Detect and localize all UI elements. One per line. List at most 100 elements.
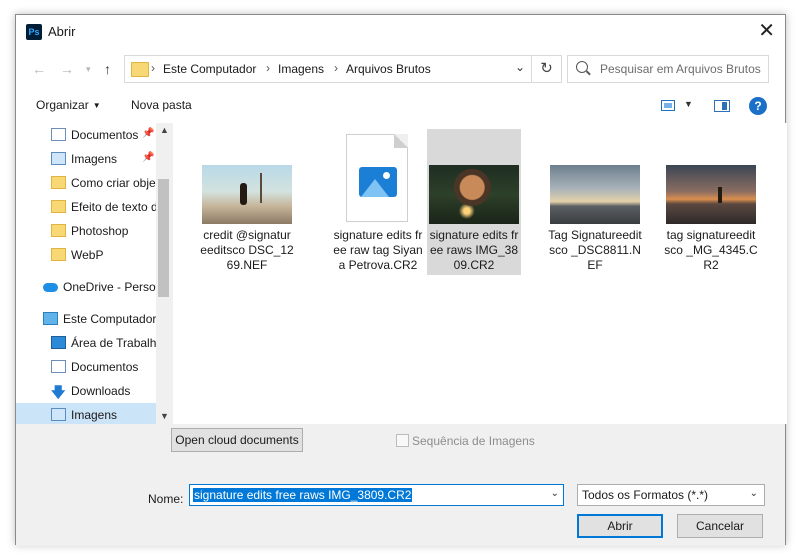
open-button[interactable]: Abrir (577, 514, 663, 538)
sidebar-item-como-criar[interactable]: Como criar obje (16, 171, 156, 195)
sidebar-item-label: Este Computador (63, 312, 156, 326)
help-icon[interactable]: ? (749, 97, 767, 115)
file-type-value: Todos os Formatos (*.*) (582, 488, 709, 502)
up-arrow-icon[interactable]: ↑ (104, 61, 111, 77)
breadcrumb-separator-icon: › (151, 61, 155, 75)
sidebar-item-label: Imagens (71, 408, 118, 422)
back-arrow-icon[interactable]: ← (32, 61, 46, 77)
pin-icon: 📌 (142, 128, 155, 139)
document-icon (51, 360, 66, 373)
file-name-label: Nome: (148, 492, 184, 506)
breadcrumb-separator-icon: › (266, 61, 270, 75)
file-item[interactable]: credit @signatureeditsco DSC_1269.NEF (200, 129, 294, 275)
file-name: signature edits free raw tag Siyana Petr… (333, 228, 423, 272)
photoshop-app-icon: Ps (26, 24, 42, 40)
file-name-input[interactable]: signature edits free raws IMG_3809.CR2 ⌄ (189, 484, 564, 506)
file-name: Tag Signatureeditsco _DSC8811.NEF (548, 228, 642, 272)
forward-arrow-icon[interactable]: → (60, 61, 74, 77)
sidebar-item-label: Photoshop (71, 224, 129, 238)
preview-pane-icon[interactable] (714, 100, 730, 112)
address-dropdown-chevron-icon[interactable]: ⌄ (515, 60, 525, 74)
scrollbar-thumb[interactable] (158, 179, 169, 297)
image-file-icon (346, 134, 408, 222)
sidebar-item-webp[interactable]: WebP (16, 243, 156, 267)
sidebar-item-documentos[interactable]: Documentos (16, 355, 156, 379)
title-bar: Ps Abrir ✕ (16, 15, 785, 49)
search-input[interactable] (600, 59, 765, 79)
desktop-icon (51, 336, 66, 349)
organize-label: Organizar (36, 98, 89, 112)
sidebar-item-area-de-trabalho[interactable]: Área de Trabalho (16, 331, 156, 355)
sidebar-item-label: OneDrive - Persor (63, 280, 156, 294)
photo-landscape-icon (202, 165, 292, 224)
file-list: credit @signatureeditsco DSC_1269.NEF si… (173, 123, 787, 424)
sidebar-item-label: Área de Trabalho (71, 336, 156, 350)
folder-icon (51, 224, 66, 237)
sidebar-item-documentos-pinned[interactable]: Documentos 📌 (16, 123, 156, 147)
sidebar-scrollbar[interactable]: ▲ ▼ (156, 123, 171, 424)
folder-icon (51, 176, 66, 189)
sidebar-item-label: Imagens (71, 152, 118, 166)
sidebar-item-este-computador[interactable]: Este Computador (16, 307, 156, 331)
chevron-down-icon: ⌄ (749, 488, 758, 499)
sidebar-item-label: Como criar obje (71, 176, 156, 190)
close-icon[interactable]: ✕ (758, 19, 775, 43)
sidebar-item-photoshop[interactable]: Photoshop (16, 219, 156, 243)
window-title: Abrir (48, 24, 76, 39)
image-sequence-option[interactable]: Sequência de Imagens (396, 434, 535, 448)
organize-menu[interactable]: Organizar ▼ (36, 98, 101, 112)
cancel-button[interactable]: Cancelar (677, 514, 763, 538)
file-name: credit @signatureeditsco DSC_1269.NEF (200, 228, 294, 272)
open-file-dialog: Ps Abrir ✕ ← → ▾ ↑ › Este Computador › I… (15, 14, 787, 546)
breadcrumb-imagens[interactable]: Imagens (278, 62, 324, 76)
view-caret-down-icon[interactable]: ▼ (684, 99, 693, 109)
image-sequence-checkbox[interactable] (396, 434, 409, 447)
open-cloud-documents-button[interactable]: Open cloud documents (171, 428, 303, 452)
breadcrumb-este-computador[interactable]: Este Computador (163, 62, 256, 76)
breadcrumb-arquivos-brutos[interactable]: Arquivos Brutos (346, 62, 431, 76)
file-item-selected[interactable]: signature edits free raws IMG_3809.CR2 (427, 129, 521, 275)
photo-sparkler-icon (429, 165, 519, 224)
sidebar-item-label: Documentos (71, 360, 139, 374)
file-name-value: signature edits free raws IMG_3809.CR2 (193, 488, 413, 502)
folder-icon (51, 200, 66, 213)
pin-icon: 📌 (142, 152, 155, 163)
navigation-pane: Documentos 📌 Imagens 📌 Como criar obje E… (16, 123, 171, 424)
pictures-icon (51, 408, 66, 421)
photo-sunset-icon (666, 165, 756, 224)
folder-icon (51, 248, 66, 261)
file-item[interactable]: signature edits free raw tag Siyana Petr… (331, 129, 425, 275)
sidebar-item-label: Documentos (71, 128, 139, 142)
scroll-up-chevron-icon[interactable]: ▲ (160, 125, 169, 135)
command-toolbar: Organizar ▼ Nova pasta ▼ ? (16, 89, 785, 123)
view-options-icon[interactable] (661, 100, 675, 111)
pictures-icon (51, 152, 66, 165)
sidebar-item-imagens-pinned[interactable]: Imagens 📌 (16, 147, 156, 171)
photo-city-icon (550, 165, 640, 224)
breadcrumb-separator-icon: › (334, 61, 338, 75)
file-name: signature edits free raws IMG_3809.CR2 (429, 228, 519, 272)
search-box[interactable] (567, 55, 769, 83)
file-type-select[interactable]: Todos os Formatos (*.*) ⌄ (577, 484, 765, 506)
sidebar-item-label: Downloads (71, 384, 131, 398)
search-icon (576, 61, 588, 73)
file-item[interactable]: Tag Signatureeditsco _DSC8811.NEF (548, 129, 642, 275)
computer-icon (43, 312, 58, 325)
onedrive-icon (43, 283, 58, 292)
recent-locations-chevron-icon[interactable]: ▾ (86, 64, 91, 75)
sidebar-item-onedrive[interactable]: OneDrive - Persor (16, 275, 156, 299)
chevron-down-icon[interactable]: ⌄ (551, 488, 559, 499)
sidebar-item-imagens[interactable]: Imagens (16, 403, 156, 424)
scroll-down-chevron-icon[interactable]: ▼ (160, 411, 169, 421)
sidebar-item-label: WebP (71, 248, 104, 262)
file-item[interactable]: tag signatureeditsco _MG_4345.CR2 (664, 129, 758, 275)
document-icon (51, 128, 66, 141)
sidebar-item-downloads[interactable]: 🡇 Downloads (16, 379, 156, 403)
new-folder-button[interactable]: Nova pasta (131, 98, 192, 112)
download-icon: 🡇 (51, 384, 66, 400)
address-bar[interactable]: › Este Computador › Imagens › Arquivos B… (124, 55, 532, 83)
caret-down-icon: ▼ (92, 101, 101, 110)
sidebar-item-efeito-texto[interactable]: Efeito de texto d (16, 195, 156, 219)
refresh-icon[interactable]: ↻ (532, 55, 562, 83)
folder-icon (131, 62, 149, 77)
